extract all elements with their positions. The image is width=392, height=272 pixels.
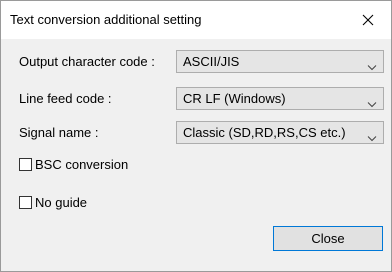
close-icon xyxy=(362,14,374,26)
line-feed-code-label: Line feed code : xyxy=(19,91,112,106)
chevron-down-icon xyxy=(367,95,377,108)
bsc-conversion-label: BSC conversion xyxy=(35,156,129,172)
output-character-code-label: Output character code : xyxy=(19,54,155,69)
bsc-conversion-checkbox[interactable] xyxy=(19,157,32,171)
window-title: Text conversion additional setting xyxy=(10,12,202,27)
window-close-button[interactable] xyxy=(345,1,391,39)
no-guide-checkbox[interactable] xyxy=(19,195,32,209)
line-feed-code-dropdown[interactable]: CR LF (Windows) xyxy=(176,87,384,110)
output-character-code-value: ASCII/JIS xyxy=(183,54,240,69)
close-button[interactable]: Close xyxy=(273,226,383,251)
output-character-code-dropdown[interactable]: ASCII/JIS xyxy=(176,50,384,73)
dialog-window: Text conversion additional setting Outpu… xyxy=(0,0,392,272)
signal-name-label: Signal name : xyxy=(19,125,99,140)
chevron-down-icon xyxy=(367,58,377,71)
chevron-down-icon xyxy=(367,129,377,142)
line-feed-code-value: CR LF (Windows) xyxy=(183,91,286,106)
no-guide-checkbox-row[interactable]: No guide xyxy=(19,194,87,210)
signal-name-value: Classic (SD,RD,RS,CS etc.) xyxy=(183,125,346,140)
bsc-conversion-checkbox-row[interactable]: BSC conversion xyxy=(19,156,128,172)
no-guide-label: No guide xyxy=(35,194,88,210)
signal-name-dropdown[interactable]: Classic (SD,RD,RS,CS etc.) xyxy=(176,121,384,144)
title-bar[interactable]: Text conversion additional setting xyxy=(1,1,391,39)
